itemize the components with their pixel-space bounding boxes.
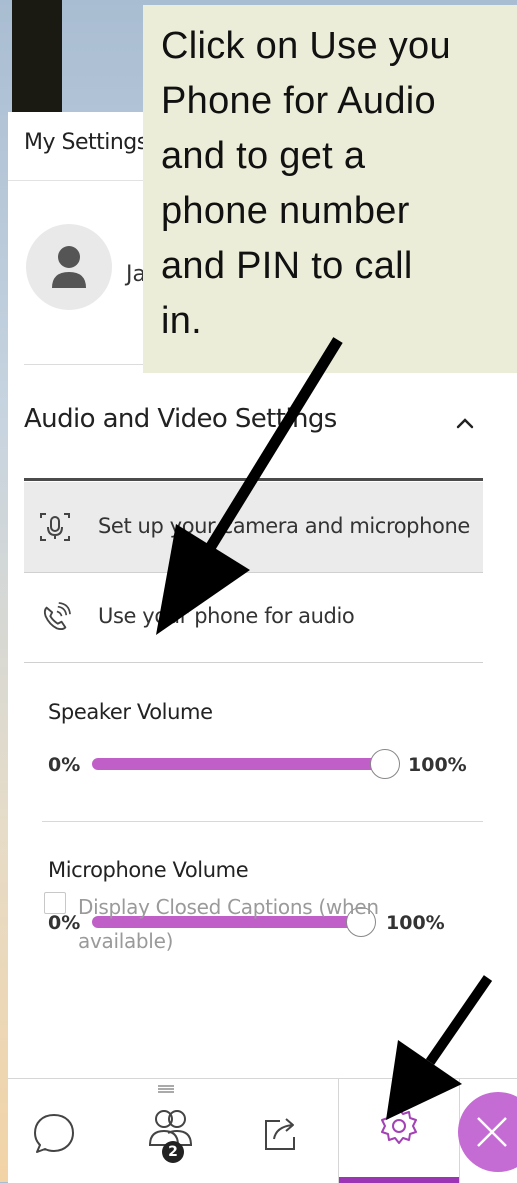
closed-captions-label: Display Closed Captions (when available)	[78, 895, 379, 953]
callout-line: and to get a	[161, 135, 366, 177]
use-phone-for-audio-item[interactable]: Use your phone for audio	[24, 572, 483, 663]
speaker-volume-label: Speaker Volume	[48, 700, 213, 724]
speaker-volume-track[interactable]	[92, 758, 392, 770]
microphone-volume-min: 0%	[48, 912, 81, 934]
audio-video-section-title[interactable]: Audio and Video Settings	[24, 404, 337, 434]
participants-count-badge: 2	[162, 1141, 184, 1163]
settings-tab-button[interactable]	[338, 1079, 460, 1183]
share-content-button[interactable]	[228, 1079, 338, 1183]
callout-line: and PIN to call	[161, 245, 413, 287]
bottom-toolbar: 2	[8, 1078, 517, 1183]
use-phone-for-audio-label: Use your phone for audio	[98, 604, 355, 628]
callout-line: phone number	[161, 190, 410, 232]
callout-line: in.	[161, 300, 203, 342]
active-tab-indicator	[339, 1177, 459, 1183]
setup-camera-microphone-label: Set up your camera and microphone	[98, 514, 470, 538]
divider	[42, 821, 483, 822]
background-decoration	[12, 0, 62, 120]
chat-icon	[34, 1114, 74, 1153]
share-icon	[265, 1118, 295, 1150]
close-icon	[477, 1117, 507, 1147]
callout-line: Click on Use you	[161, 25, 451, 67]
chat-button[interactable]	[8, 1079, 118, 1183]
setup-camera-microphone-item[interactable]: Set up your camera and microphone	[24, 482, 483, 573]
phone-icon	[43, 602, 71, 631]
closed-captions-checkbox[interactable]	[44, 892, 66, 914]
speaker-volume-slider-handle[interactable]	[370, 749, 400, 779]
callout-line: Phone for Audio	[161, 80, 436, 122]
speaker-volume-min: 0%	[48, 754, 81, 776]
user-icon	[52, 246, 86, 288]
instruction-callout: Click on Use you Phone for Audio and to …	[143, 5, 517, 373]
chevron-up-icon[interactable]	[454, 412, 476, 434]
participants-button[interactable]	[118, 1079, 228, 1183]
gear-icon	[381, 1108, 417, 1144]
speaker-volume-max: 100%	[408, 754, 467, 776]
panel-title: My Settings	[24, 130, 148, 155]
microphone-volume-label: Microphone Volume	[48, 858, 249, 882]
camera-microphone-icon	[40, 513, 70, 541]
section-divider	[24, 478, 483, 481]
avatar[interactable]	[26, 224, 112, 310]
